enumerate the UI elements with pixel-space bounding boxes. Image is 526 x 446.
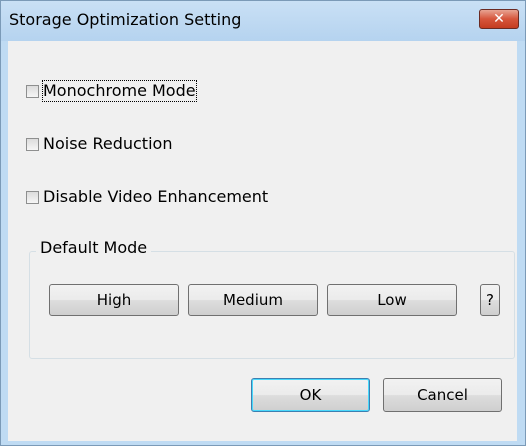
disable-video-enhancement-checkbox[interactable] xyxy=(26,190,39,204)
low-mode-button-label: Low xyxy=(377,291,407,309)
medium-mode-button-label: Medium xyxy=(223,291,283,309)
close-icon: ✕ xyxy=(493,11,505,27)
monochrome-mode-option[interactable]: Monochrome Mode xyxy=(26,80,197,102)
low-mode-button[interactable]: Low xyxy=(327,284,457,316)
dialog-window: Storage Optimization Setting ✕ Monochrom… xyxy=(0,0,526,446)
noise-reduction-checkbox[interactable] xyxy=(26,137,39,151)
noise-reduction-option[interactable]: Noise Reduction xyxy=(26,134,172,154)
title-bar[interactable]: Storage Optimization Setting ✕ xyxy=(1,1,525,41)
monochrome-mode-label[interactable]: Monochrome Mode xyxy=(42,80,197,102)
help-icon: ? xyxy=(486,291,494,309)
disable-video-enhancement-option[interactable]: Disable Video Enhancement xyxy=(26,187,268,207)
noise-reduction-label[interactable]: Noise Reduction xyxy=(43,134,172,154)
dialog-body: Monochrome Mode Noise Reduction Disable … xyxy=(8,41,517,441)
medium-mode-button[interactable]: Medium xyxy=(188,284,318,316)
window-title: Storage Optimization Setting xyxy=(9,10,242,29)
monochrome-mode-checkbox[interactable] xyxy=(26,84,39,98)
help-button[interactable]: ? xyxy=(480,284,500,316)
high-mode-button-label: High xyxy=(96,291,132,309)
close-button[interactable]: ✕ xyxy=(479,9,519,29)
disable-video-enhancement-label[interactable]: Disable Video Enhancement xyxy=(43,187,268,207)
high-mode-button[interactable]: High xyxy=(49,284,179,316)
cancel-button[interactable]: Cancel xyxy=(383,378,502,412)
cancel-button-label: Cancel xyxy=(417,386,468,404)
ok-button-label: OK xyxy=(299,386,322,404)
ok-button[interactable]: OK xyxy=(251,378,370,412)
default-mode-group-label: Default Mode xyxy=(36,238,152,257)
